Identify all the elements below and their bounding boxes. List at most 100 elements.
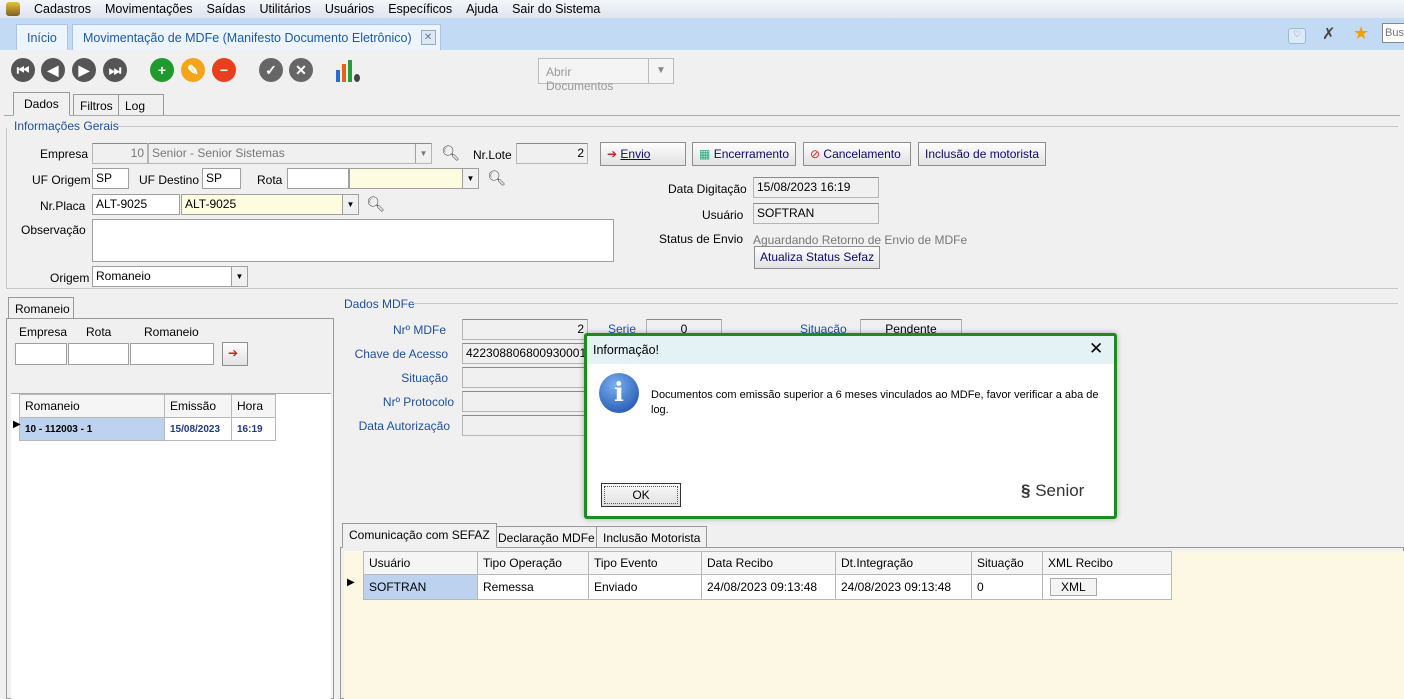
menu-utilitarios[interactable]: Utilitários — [259, 2, 310, 16]
rom-rota-label: Rota — [86, 325, 112, 339]
rota-combo[interactable]: ▼ — [349, 168, 479, 189]
chart-settings-icon[interactable] — [336, 58, 360, 82]
usuario-field[interactable]: SOFTRAN — [753, 203, 879, 224]
tab-inclusao-motorista[interactable]: Inclusão Motorista — [596, 526, 708, 548]
ok-button[interactable]: OK — [601, 483, 681, 507]
encerramento-label: Encerramento — [713, 147, 790, 161]
data-digitacao-field[interactable]: 15/08/2023 16:19 — [753, 177, 879, 198]
rom-romaneio-field[interactable] — [130, 343, 214, 365]
chevron-down-icon[interactable]: ▼ — [231, 267, 247, 286]
rom-add-button[interactable]: ➔ — [222, 342, 248, 366]
sefaz-grid: Usuário Tipo Operação Tipo Evento Data R… — [344, 551, 1404, 699]
open-documents-button[interactable]: Abrir Documentos ▼ — [538, 58, 674, 93]
col-situacao: Situação — [971, 551, 1043, 575]
tab-declaracao-mdfe[interactable]: Declaração MDFe — [491, 526, 602, 548]
col-romaneio: Romaneio — [19, 394, 165, 418]
last-record-icon[interactable]: ⏭ — [103, 58, 127, 82]
table-row[interactable]: SOFTRAN Remessa Enviado 24/08/2023 09:13… — [363, 574, 1172, 600]
next-record-icon[interactable]: ▶ — [72, 58, 96, 82]
status-envio-label: Status de Envio — [659, 232, 744, 246]
geral-group-title: Informações Gerais — [14, 119, 119, 133]
atualiza-status-button[interactable]: Atualiza Status Sefaz — [754, 246, 880, 269]
origem-combo[interactable]: Romaneio ▼ — [92, 266, 248, 287]
situacao-label: Situação — [401, 371, 448, 385]
placa-field[interactable]: ALT-9025 — [92, 194, 180, 215]
add-icon[interactable]: + — [150, 58, 174, 82]
delete-icon[interactable]: − — [212, 58, 236, 82]
protocolo-field[interactable] — [462, 391, 602, 412]
romaneio-tab[interactable]: Romaneio — [8, 297, 74, 319]
tab-inicio[interactable]: Início — [16, 24, 68, 50]
chevron-down-icon[interactable]: ▼ — [415, 144, 431, 163]
first-record-icon[interactable]: ⏮ — [11, 58, 35, 82]
romaneio-grid: Romaneio Emissão Hora 10 - 112003 - 1 15/08… — [11, 393, 331, 699]
menu-ajuda[interactable]: Ajuda — [466, 2, 498, 16]
table-row[interactable]: 10 - 112003 - 1 15/08/2023 16:19 — [19, 417, 276, 441]
dialog-message: Documentos com emissão superior a 6 mese… — [651, 389, 1099, 416]
encerramento-button[interactable]: ▦ Encerramento — [692, 142, 796, 166]
unpin-icon[interactable]: ✗ — [1322, 24, 1335, 44]
origem-value: Romaneio — [96, 269, 151, 283]
xml-recibo-button[interactable]: XML — [1050, 578, 1097, 596]
cancelamento-button[interactable]: ⊘ Cancelamento — [803, 142, 911, 166]
tab-bar: Início Movimentação de MDFe (Manifesto D… — [0, 18, 1404, 50]
cancel-icon[interactable]: ✕ — [289, 58, 313, 82]
confirm-icon[interactable]: ✓ — [259, 58, 283, 82]
inclusao-motorista-button[interactable]: Inclusão de motorista — [918, 142, 1046, 166]
menu-saidas[interactable]: Saídas — [207, 2, 246, 16]
tab-mdfe-label: Movimentação de MDFe (Manifesto Document… — [83, 31, 412, 45]
empresa-code-field[interactable]: 10 — [92, 143, 148, 164]
cell: 10 - 112003 - 1 — [19, 417, 165, 441]
uf-destino-field[interactable]: SP — [202, 168, 241, 189]
data-digitacao-label: Data Digitação — [668, 182, 747, 196]
subtab-filtros[interactable]: Filtros — [73, 94, 120, 116]
favorite-star-icon[interactable]: ★ — [1353, 23, 1369, 44]
menu-usuarios[interactable]: Usuários — [325, 2, 374, 16]
placa-combo[interactable]: ALT-9025 ▼ — [181, 194, 359, 215]
dropdown-arrow-icon[interactable]: ▼ — [649, 59, 673, 83]
close-icon[interactable]: ✕ — [1089, 339, 1103, 359]
mdfe-group-title: Dados MDFe — [344, 297, 415, 311]
menu-especificos[interactable]: Específicos — [388, 2, 452, 16]
situacao-field[interactable] — [462, 367, 602, 388]
rom-romaneio-label: Romaneio — [144, 325, 199, 339]
autorizacao-field[interactable] — [462, 415, 602, 436]
subtab-log[interactable]: Log — [118, 94, 164, 116]
empresa-combo[interactable]: Senior - Senior Sistemas ▼ — [148, 143, 432, 164]
search-input[interactable] — [1382, 23, 1404, 43]
search-icon[interactable]: 🔍︎ — [366, 195, 385, 213]
chave-field[interactable]: 42230880680093000188 — [462, 343, 602, 364]
search-icon[interactable]: 🔍︎ — [441, 144, 460, 162]
menu-cadastros[interactable]: Cadastros — [34, 2, 91, 16]
cell: 15/08/2023 — [164, 417, 232, 441]
close-tab-icon[interactable]: ✕ — [420, 30, 436, 45]
col-tipo-operacao: Tipo Operação — [477, 551, 589, 575]
uf-origem-field[interactable]: SP — [92, 168, 129, 189]
open-documents-label: Abrir Documentos — [539, 59, 649, 93]
col-hora: Hora — [231, 394, 276, 418]
previous-record-icon[interactable]: ◀ — [41, 58, 65, 82]
chevron-down-icon[interactable]: ▼ — [342, 195, 358, 214]
search-icon[interactable]: 🔍︎ — [487, 169, 506, 187]
protocolo-label: Nrº Protocolo — [382, 395, 454, 409]
collapse-icon[interactable]: ♡ — [1288, 28, 1306, 44]
nrlote-field[interactable]: 2 — [516, 143, 588, 164]
observacao-field[interactable] — [92, 219, 614, 262]
edit-icon[interactable]: ✎ — [181, 58, 205, 82]
rota-code-field[interactable] — [287, 168, 349, 189]
rom-rota-field[interactable] — [68, 343, 129, 365]
nr-mdfe-field[interactable]: 2 — [462, 319, 588, 340]
row-pointer-icon: ▶ — [13, 419, 21, 430]
tab-mdfe[interactable]: Movimentação de MDFe (Manifesto Document… — [72, 24, 441, 50]
tab-comunicacao-sefaz[interactable]: Comunicação com SEFAZ — [342, 523, 497, 548]
rom-empresa-field[interactable] — [15, 343, 67, 365]
menu-movimentacoes[interactable]: Movimentações — [105, 2, 193, 16]
subtab-dados[interactable]: Dados — [13, 92, 70, 116]
envio-button[interactable]: ➔ Envio — [600, 142, 686, 166]
envio-label: Envio — [620, 147, 651, 161]
col-data-recibo: Data Recibo — [701, 551, 836, 575]
chevron-down-icon[interactable]: ▼ — [462, 169, 478, 188]
rota-label: Rota — [257, 173, 283, 187]
menu-sair[interactable]: Sair do Sistema — [512, 2, 600, 16]
dialog-titlebar: Informação! ✕ — [587, 336, 1114, 364]
